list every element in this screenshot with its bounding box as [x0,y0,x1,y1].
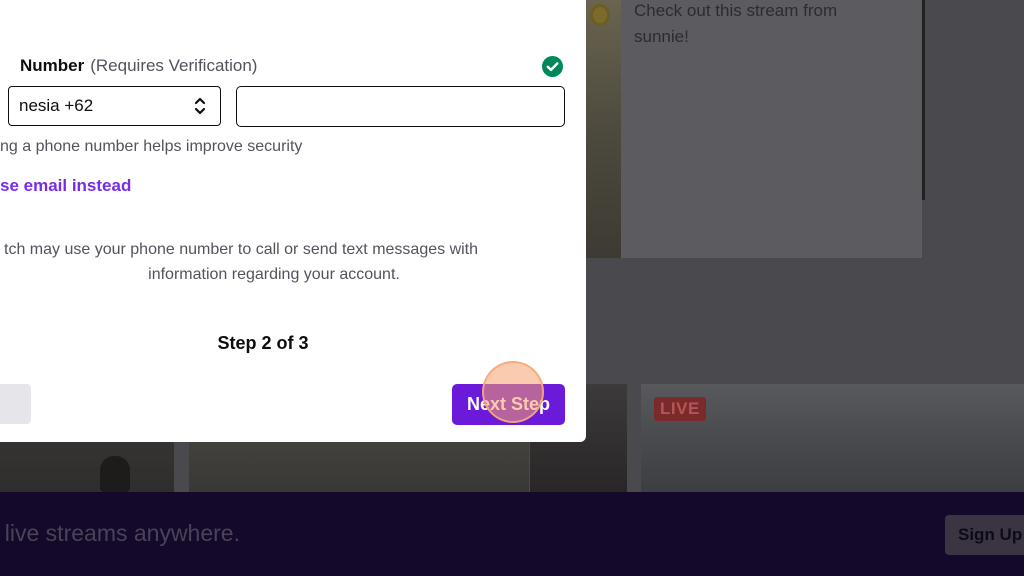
country-code-select[interactable]: nesia +62 [8,86,221,126]
check-circle-icon [542,56,563,77]
card-divider [922,0,925,200]
step-indicator: Step 2 of 3 [217,333,309,353]
phone-disclaimer: tch may use your phone number to call or… [4,237,544,287]
stream-preview-thumbnail[interactable] [586,0,621,258]
phone-field-label: Number (Requires Verification) [20,55,257,77]
sign-up-button[interactable]: Sign Up [945,515,1024,555]
verification-hint: (Requires Verification) [90,56,258,75]
streamer-silhouette [100,456,130,492]
chevron-up-down-icon [194,97,206,115]
disclaimer-line: tch may use your phone number to call or… [4,241,479,258]
country-code-value: nesia +62 [19,96,94,115]
back-button[interactable] [0,384,31,424]
use-email-instead-link[interactable]: se email instead [0,175,131,197]
disclaimer-line: information regarding your account. [148,266,400,283]
stream-promo-card[interactable]: Check out this stream from sunnie! [621,0,925,258]
signup-banner: t live streams anywhere. Sign Up [0,492,1024,576]
live-badge: LIVE [654,397,706,421]
banner-text: t live streams anywhere. [0,520,240,546]
phone-label: Number [20,56,85,75]
next-step-button[interactable]: Next Step [452,384,565,425]
phone-help-text: ng a phone number helps improve security [0,138,303,155]
sunflower-image [590,4,610,26]
promo-text: Check out this stream from sunnie! [634,1,838,46]
signup-modal: Number (Requires Verification) nesia +62 … [0,0,586,442]
phone-number-input[interactable] [236,86,565,127]
